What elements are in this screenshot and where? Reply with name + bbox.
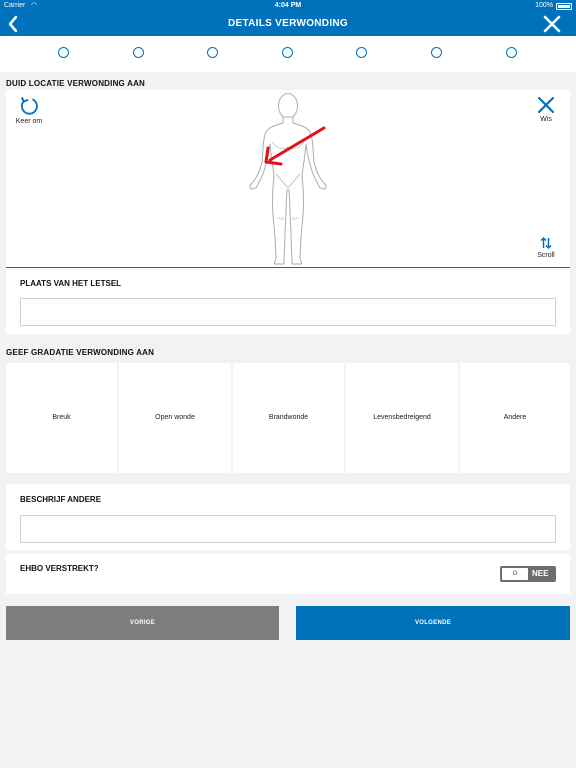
step-indicator[interactable] [58,47,69,58]
page-title: DETAILS VERWONDING [227,18,349,29]
body-map-heading: DUID LOCATIE VERWONDING AAN [6,79,146,88]
scroll-label: Scroll [537,252,555,259]
grade-heading: GEEF GRADATIE VERWONDING AAN [6,348,155,357]
step-indicator[interactable] [356,47,367,58]
first-aid-toggle[interactable]: O NEE [500,566,556,582]
grade-option-label: Brandwonde [268,414,309,421]
status-time: 4:04 PM [274,2,302,9]
describe-card: BESCHRIJF ANDERE [6,484,570,550]
describe-heading: BESCHRIJF ANDERE [20,495,102,504]
flip-label: Keer om [15,118,43,125]
toggle-knob: O [502,568,528,580]
step-indicator[interactable] [133,47,144,58]
flip-button[interactable]: Keer om [14,96,44,125]
scroll-button[interactable]: Scroll [533,236,559,259]
battery-icon [556,3,572,10]
first-aid-card: EHBO VERSTREKT? [6,554,570,594]
grade-option-label: Andere [503,414,527,421]
navigation-bar: DETAILS VERWONDING [0,12,576,36]
previous-button[interactable]: VORIGE [6,606,279,640]
step-indicator[interactable] [506,47,517,58]
close-button[interactable] [542,14,562,34]
step-indicator[interactable] [282,47,293,58]
battery-percentage: 100% [535,2,553,9]
close-icon [537,96,555,114]
status-bar: Carrier ◠ 4:04 PM 100% [0,0,576,12]
location-card: PLAATS VAN HET LETSEL [6,268,570,334]
body-map-panel: Keer om Wis Scroll [6,90,570,268]
rotate-icon [21,97,38,115]
progress-stepper [0,36,576,72]
location-heading: PLAATS VAN HET LETSEL [20,279,122,288]
grade-option-brandwonde[interactable]: Brandwonde [233,363,344,473]
location-input[interactable] [20,298,556,326]
grade-option-open-wonde[interactable]: Open wonde [119,363,231,473]
body-figure[interactable] [242,92,334,266]
grade-option-label: Levensbedreigend [373,414,431,421]
next-button[interactable]: VOLGENDE [296,606,570,640]
step-indicator[interactable] [207,47,218,58]
first-aid-heading: EHBO VERSTREKT? [20,564,99,573]
grade-option-andere[interactable]: Andere [460,363,570,473]
grade-option-label: Breuk [52,414,71,421]
close-icon [543,15,561,33]
describe-input[interactable] [20,515,556,543]
toggle-state-label: NEE [532,569,549,578]
clear-label: Wis [540,116,552,123]
grade-option-label: Open wonde [155,414,195,421]
grade-option-breuk[interactable]: Breuk [6,363,117,473]
grade-option-levensbedreigend[interactable]: Levensbedreigend [346,363,458,473]
swap-vertical-icon [540,236,552,250]
step-indicator[interactable] [431,47,442,58]
clear-button[interactable]: Wis [533,96,559,123]
